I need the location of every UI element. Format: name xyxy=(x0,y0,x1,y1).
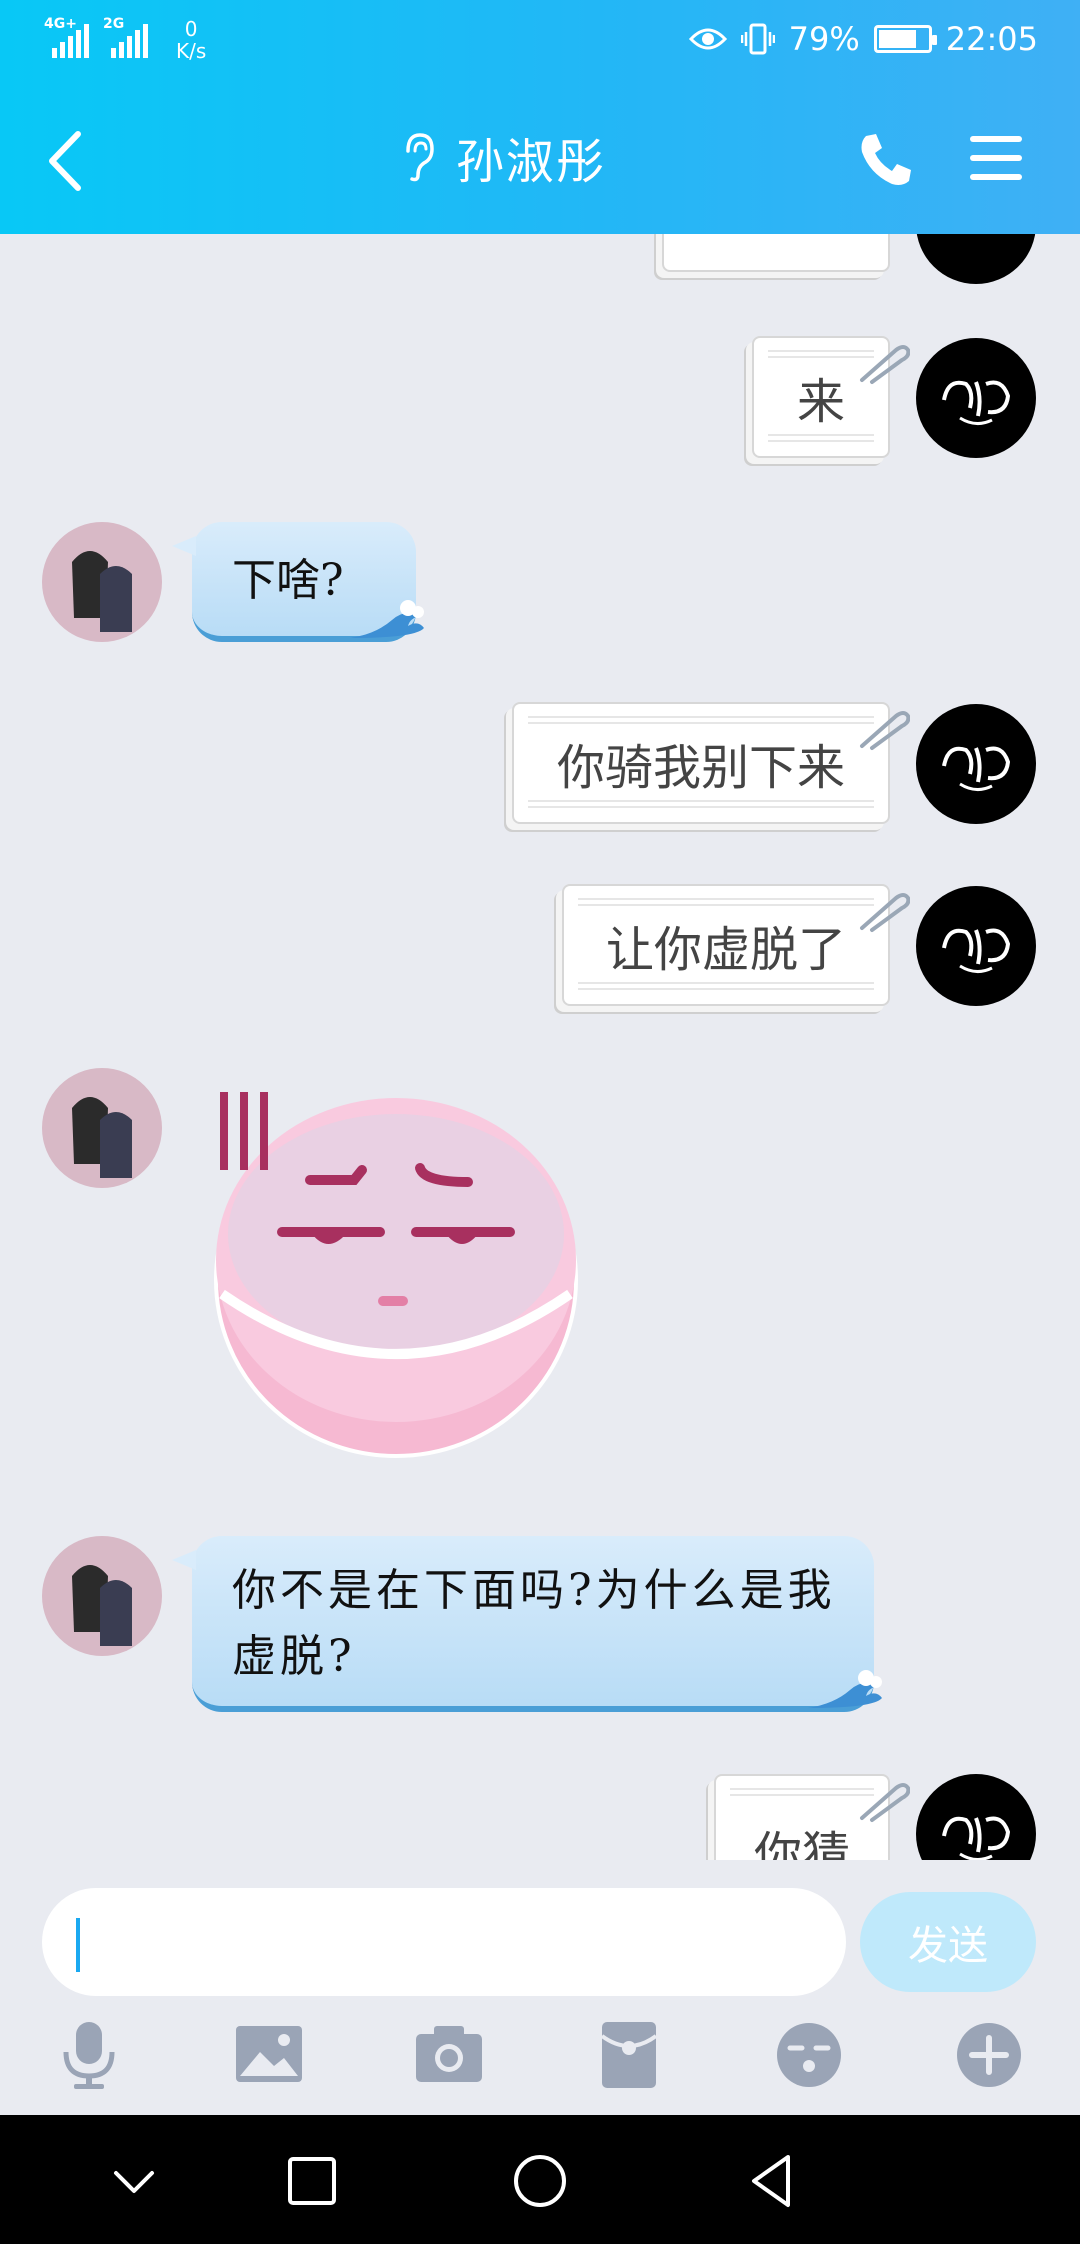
message-bubble[interactable]: 下啥? xyxy=(172,522,424,642)
signal-icon-2: 2G xyxy=(103,16,148,58)
my-avatar[interactable] xyxy=(916,1774,1036,1860)
image-icon[interactable] xyxy=(234,2020,304,2090)
network-speed: 0 K/s xyxy=(176,17,207,63)
mic-icon[interactable] xyxy=(54,2020,124,2090)
emoji-icon[interactable] xyxy=(774,2020,844,2090)
send-button[interactable]: 发送 xyxy=(860,1892,1036,1992)
message-bubble[interactable]: 你猜 xyxy=(714,1774,910,1860)
wave-decoration-icon xyxy=(808,1670,882,1708)
ear-icon xyxy=(406,133,434,182)
contact-avatar[interactable] xyxy=(42,1536,162,1656)
vibrate-icon xyxy=(740,23,775,55)
contact-avatar[interactable] xyxy=(42,1068,162,1188)
message-bubble[interactable]: 来 xyxy=(752,336,910,458)
message-bubble[interactable]: 你骑我别下来 xyxy=(512,702,910,824)
my-avatar[interactable] xyxy=(916,234,1036,284)
clock: 22:05 xyxy=(945,20,1038,58)
my-avatar[interactable] xyxy=(916,338,1036,458)
menu-icon[interactable] xyxy=(968,132,1024,184)
contact-name: 孙淑彤 xyxy=(456,134,607,190)
back-icon[interactable] xyxy=(40,128,90,194)
back-nav-icon[interactable] xyxy=(742,2151,802,2211)
phone-icon[interactable] xyxy=(856,130,916,190)
eye-icon xyxy=(688,28,727,50)
red-packet-icon[interactable] xyxy=(594,2020,664,2090)
home-icon[interactable] xyxy=(510,2151,570,2211)
system-nav-bar xyxy=(0,2115,1080,2244)
paperclip-icon xyxy=(860,1783,910,1822)
paperclip-icon xyxy=(860,345,910,384)
my-avatar[interactable] xyxy=(916,704,1036,824)
plus-icon[interactable] xyxy=(954,2020,1024,2090)
camera-icon[interactable] xyxy=(414,2020,484,2090)
chat-area[interactable]: 来 下啥? 你骑我别下来 让你虚脱了 你不是在下面吗?为什么是我虚脱? 你猜 xyxy=(0,234,1080,1860)
input-bar: 发送 xyxy=(0,1860,1080,2000)
signal-icon-1: 4G+ xyxy=(44,16,89,58)
message-bubble[interactable]: 你不是在下面吗?为什么是我虚脱? xyxy=(172,1536,882,1712)
chevron-down-icon[interactable] xyxy=(104,2151,164,2211)
paperclip-icon xyxy=(860,893,910,932)
recent-apps-icon[interactable] xyxy=(282,2151,342,2211)
contact-avatar[interactable] xyxy=(42,522,162,642)
message-partial[interactable] xyxy=(662,234,890,272)
text-caret xyxy=(76,1918,80,1972)
header: 4G+ 2G 0 K/s 79% 22:05 孙淑彤 xyxy=(0,0,1080,234)
pink-face-sticker[interactable] xyxy=(208,1084,588,1464)
paperclip-icon xyxy=(860,711,910,750)
message-bubble[interactable]: 让你虚脱了 xyxy=(562,884,910,1006)
battery-icon xyxy=(873,25,937,53)
battery-percent: 79% xyxy=(788,20,860,58)
message-input[interactable] xyxy=(42,1888,846,1996)
status-bar: 4G+ 2G 0 K/s 79% 22:05 xyxy=(0,0,1080,80)
my-avatar[interactable] xyxy=(916,886,1036,1006)
toolbar xyxy=(0,2000,1080,2115)
wave-decoration-icon xyxy=(350,600,424,638)
